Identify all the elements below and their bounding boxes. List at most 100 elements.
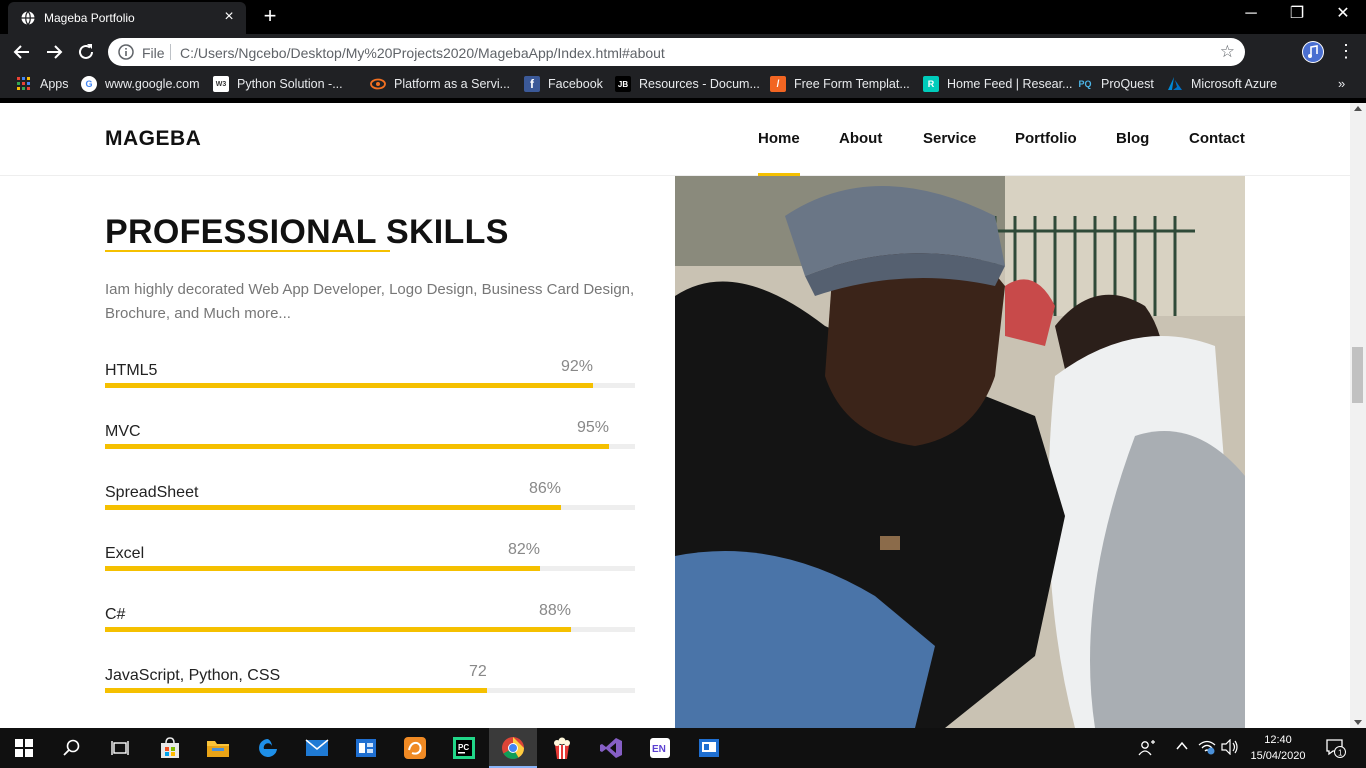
facebook-icon: f [524, 76, 540, 92]
edge-icon[interactable] [244, 728, 292, 768]
minimize-button[interactable]: ─ [1236, 4, 1266, 24]
popcorn-icon[interactable] [538, 728, 586, 768]
url-text[interactable]: C:/Users/Ngcebo/Desktop/My%20Projects202… [180, 45, 665, 61]
search-icon[interactable] [48, 728, 96, 768]
bookmark-free-form[interactable]: / Free Form Templat... [770, 76, 910, 92]
new-tab-button[interactable]: + [258, 3, 282, 29]
en-dictionary-icon[interactable]: EN [636, 728, 684, 768]
proquest-icon: PQ [1078, 79, 1092, 89]
site-brand[interactable]: MAGEBA [105, 127, 201, 151]
skill-percent: 72 [469, 663, 487, 680]
address-divider [170, 44, 171, 60]
skill-row: Excel 82% [105, 538, 635, 578]
show-hidden-icons[interactable] [1175, 739, 1189, 756]
skills-intro: Iam highly decorated Web App Developer, … [105, 281, 635, 322]
bookmark-resources[interactable]: JB Resources - Docum... [615, 76, 760, 92]
file-explorer-icon[interactable] [194, 728, 242, 768]
profile-avatar[interactable] [1302, 41, 1324, 63]
skill-percent: 88% [539, 602, 572, 619]
bookmark-label: Platform as a Servi... [394, 77, 511, 91]
skill-progress-bar [105, 505, 561, 510]
bookmark-apps[interactable]: Apps [16, 76, 69, 92]
bookmark-label: Resources - Docum... [639, 77, 760, 91]
browser-title-bar: Mageba Portfolio × + ─ ❐ ✕ [0, 0, 1366, 34]
browser-tab[interactable]: Mageba Portfolio × [8, 2, 246, 34]
skill-row: JavaScript, Python, CSS 72 [105, 660, 635, 700]
remote-desktop-icon[interactable] [685, 728, 733, 768]
svg-text:EN: EN [652, 744, 666, 755]
bookmarks-overflow-icon[interactable]: » [1338, 76, 1345, 91]
nav-portfolio[interactable]: Portfolio [1015, 130, 1077, 147]
uc-browser-icon[interactable] [391, 728, 439, 768]
network-icon[interactable] [1198, 739, 1216, 758]
form-icon: / [770, 76, 786, 92]
start-icon[interactable] [0, 728, 48, 768]
system-clock[interactable]: 12:40 15/04/2020 [1247, 732, 1309, 764]
notification-center-icon[interactable]: 1 [1325, 737, 1347, 762]
jetbrains-icon: JB [615, 76, 631, 92]
bookmark-label: Free Form Templat... [794, 77, 910, 91]
windows-taskbar: PC EN 12:40 15/04/2020 1 [0, 728, 1366, 768]
app-icon[interactable] [342, 728, 390, 768]
scroll-up-icon[interactable] [1354, 106, 1362, 111]
skill-track [105, 444, 635, 449]
bookmark-label: Apps [40, 77, 69, 91]
researchgate-icon: R [923, 76, 939, 92]
browser-menu-icon[interactable]: ⋮ [1337, 40, 1355, 62]
nav-about[interactable]: About [839, 130, 882, 147]
bookmark-researchgate[interactable]: R Home Feed | Resear... [923, 76, 1073, 92]
bookmark-label: Python Solution -... [237, 77, 343, 91]
restore-button[interactable]: ❐ [1282, 4, 1312, 24]
skill-row: HTML5 92% [105, 355, 635, 395]
nav-contact[interactable]: Contact [1189, 130, 1245, 147]
skill-name: SpreadSheet [105, 484, 199, 501]
bookmark-facebook[interactable]: f Facebook [524, 76, 603, 92]
bookmark-google[interactable]: G www.google.com [81, 76, 200, 92]
address-bar[interactable]: File C:/Users/Ngcebo/Desktop/My%20Projec… [108, 38, 1245, 66]
profile-photo [675, 176, 1245, 728]
apps-grid-icon [16, 76, 32, 92]
scroll-down-icon[interactable] [1354, 720, 1362, 725]
title-underline [105, 250, 390, 252]
bookmark-python-solution[interactable]: W3 Python Solution -... [213, 76, 343, 92]
scrollbar-thumb[interactable] [1352, 347, 1363, 403]
skill-track [105, 383, 635, 388]
skill-progress-bar [105, 627, 571, 632]
page-scrollbar[interactable] [1350, 103, 1366, 728]
google-icon: G [81, 76, 97, 92]
bookmark-proquest[interactable]: PQ ProQuest [1077, 76, 1153, 92]
people-icon[interactable] [1138, 739, 1156, 760]
back-arrow-icon[interactable] [10, 40, 34, 64]
reload-icon[interactable] [74, 40, 98, 64]
mail-icon[interactable] [293, 728, 341, 768]
task-view-icon[interactable] [96, 728, 144, 768]
window-close-button[interactable]: ✕ [1328, 4, 1358, 24]
browser-toolbar: File C:/Users/Ngcebo/Desktop/My%20Projec… [0, 34, 1366, 70]
skill-row: SpreadSheet 86% [105, 477, 635, 517]
bookmark-paas[interactable]: Platform as a Servi... [370, 76, 510, 92]
volume-icon[interactable] [1221, 738, 1239, 758]
bookmarks-bar: Apps G www.google.com W3 Python Solution… [0, 70, 1366, 98]
pycharm-icon[interactable]: PC [440, 728, 488, 768]
skill-name: HTML5 [105, 362, 158, 379]
bookmark-star-icon[interactable]: ☆ [1220, 42, 1235, 62]
skill-progress-bar [105, 688, 487, 693]
skill-percent: 82% [508, 541, 541, 558]
chrome-icon[interactable] [489, 728, 537, 768]
bookmark-label: www.google.com [105, 77, 200, 91]
nav-blog[interactable]: Blog [1116, 130, 1149, 147]
skill-row: MVC 95% [105, 416, 635, 456]
info-icon[interactable] [118, 44, 134, 60]
skill-name: JavaScript, Python, CSS [105, 667, 281, 684]
bookmark-label: Facebook [548, 77, 603, 91]
nav-home[interactable]: Home [758, 130, 800, 147]
tab-close-icon[interactable]: × [220, 8, 238, 26]
bookmark-azure[interactable]: Microsoft Azure [1167, 76, 1277, 92]
store-icon[interactable] [146, 728, 194, 768]
forward-arrow-icon[interactable] [42, 40, 66, 64]
nav-service[interactable]: Service [923, 130, 976, 147]
skill-percent: 86% [529, 480, 562, 497]
svg-text:PC: PC [458, 743, 469, 752]
visual-studio-icon[interactable] [587, 728, 635, 768]
skill-name: Excel [105, 545, 145, 562]
